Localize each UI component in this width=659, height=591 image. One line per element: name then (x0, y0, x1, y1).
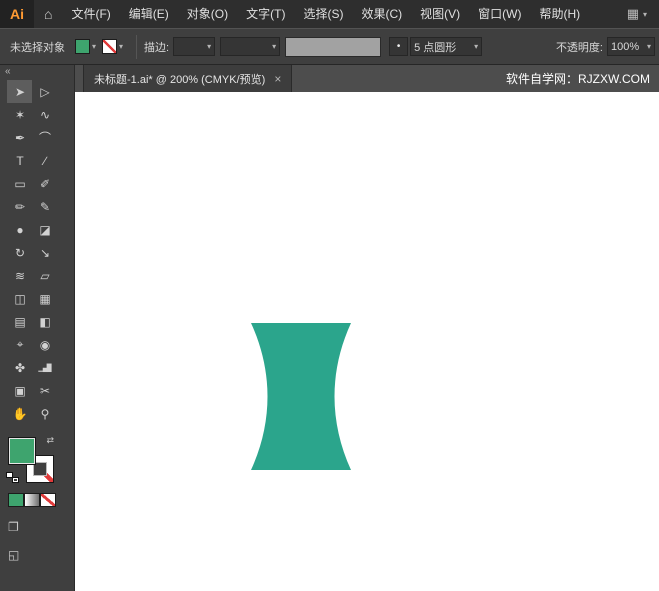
magic-wand-tool[interactable]: ✶ (7, 103, 32, 126)
collapse-panel-button[interactable]: « (0, 65, 74, 80)
menu-file[interactable]: 文件(F) (62, 0, 119, 28)
document-area: 未标题-1.ai* @ 200% (CMYK/预览) × 软件自学网：RJZXW… (75, 65, 659, 591)
close-icon[interactable]: × (274, 72, 281, 86)
concave-rectangle-shape[interactable] (251, 323, 351, 470)
tools-grid: ➤ ▷ ✶ ∿ ✒ ⌒ T ∕ ▭ ✐ ✏ ✎ ● ◪ ↻ ↘ ≋ ▱ ◫ ▦ … (7, 80, 74, 425)
stroke-color-picker[interactable]: ▾ (102, 39, 123, 54)
lasso-tool[interactable]: ∿ (32, 103, 57, 126)
perspective-grid-tool[interactable]: ▦ (32, 287, 57, 310)
selection-tool[interactable]: ➤ (7, 80, 32, 103)
artboard-tool[interactable]: ▣ (7, 379, 32, 402)
default-stroke-mini (12, 477, 19, 483)
chevron-down-icon: ▾ (474, 42, 478, 51)
blob-brush-tool[interactable]: ● (7, 218, 32, 241)
chevron-down-icon: ▾ (207, 42, 211, 51)
workspace-grid-icon: ▦ (627, 6, 639, 22)
artboard-canvas[interactable] (75, 92, 659, 591)
home-icon[interactable]: ⌂ (34, 6, 62, 22)
fill-stroke-widget: ⇄ (8, 437, 54, 483)
opacity-group: 不透明度: 100% ▾ (556, 37, 659, 56)
workspace-switcher[interactable]: ▦ ▾ (627, 6, 659, 22)
width-tool[interactable]: ≋ (7, 264, 32, 287)
mesh-tool[interactable]: ▤ (7, 310, 32, 333)
default-fill-mini (6, 472, 13, 478)
chevron-down-icon: ▾ (92, 42, 96, 51)
fill-color-box[interactable] (8, 437, 36, 465)
paintbrush-tool[interactable]: ✐ (32, 172, 57, 195)
gradient-button[interactable] (24, 493, 40, 507)
stroke-weight-label: 描边: (144, 39, 169, 55)
concave-rectangle-path[interactable] (251, 323, 351, 470)
rectangle-tool[interactable]: ▭ (7, 172, 32, 195)
swap-fill-stroke-icon[interactable]: ⇄ (46, 435, 54, 446)
mode-buttons: ❐ ◱ (8, 519, 74, 563)
app-logo: Ai (0, 0, 34, 28)
chevron-down-icon: ▾ (272, 42, 276, 51)
tools-panel: « ➤ ▷ ✶ ∿ ✒ ⌒ T ∕ ▭ ✐ ✏ ✎ ● ◪ ↻ ↘ ≋ ▱ ◫ … (0, 65, 75, 591)
width-profile-select[interactable]: ▾ (220, 37, 280, 56)
chevron-down-icon: ▾ (119, 42, 123, 51)
menu-select[interactable]: 选择(S) (294, 0, 352, 28)
brush-definition-select[interactable]: 5 点圆形 ▾ (410, 37, 482, 56)
document-tab-title: 未标题-1.ai* @ 200% (CMYK/预览) (94, 71, 265, 87)
selection-status: 未选择对象 (0, 39, 75, 55)
hand-tool[interactable]: ✋ (7, 402, 32, 425)
color-button[interactable] (8, 493, 24, 507)
scale-tool[interactable]: ↘ (32, 241, 57, 264)
type-tool[interactable]: T (7, 149, 32, 172)
document-tab[interactable]: 未标题-1.ai* @ 200% (CMYK/预览) × (83, 65, 292, 92)
main-area: « ➤ ▷ ✶ ∿ ✒ ⌒ T ∕ ▭ ✐ ✏ ✎ ● ◪ ↻ ↘ ≋ ▱ ◫ … (0, 65, 659, 591)
free-transform-tool[interactable]: ▱ (32, 264, 57, 287)
pen-tool[interactable]: ✒ (7, 126, 32, 149)
eyedropper-tool[interactable]: ⌖ (7, 333, 32, 356)
column-graph-tool[interactable]: ▁▄█ (32, 356, 57, 379)
eraser-tool[interactable]: ◪ (32, 218, 57, 241)
stroke-weight-select[interactable]: ▾ (173, 37, 215, 56)
screen-mode-button[interactable]: ◱ (8, 547, 28, 563)
direct-selection-tool[interactable]: ▷ (32, 80, 57, 103)
fill-swatch[interactable] (75, 39, 90, 54)
shaper-tool[interactable]: ✏ (7, 195, 32, 218)
chevron-down-icon: ▾ (647, 42, 651, 51)
style-preview-box[interactable] (285, 37, 381, 57)
rotate-tool[interactable]: ↻ (7, 241, 32, 264)
control-bar: 未选择对象 ▾ ▾ 描边: ▾ ▾ • 5 点圆形 ▾ 不透明度: 100% ▾ (0, 28, 659, 65)
opacity-label: 不透明度: (556, 39, 603, 55)
fill-color-picker[interactable]: ▾ (75, 39, 96, 54)
menu-effect[interactable]: 效果(C) (352, 0, 411, 28)
brush-name: 5 点圆形 (414, 39, 456, 55)
opacity-value: 100% (611, 41, 639, 53)
draw-mode-button[interactable]: ❐ (8, 519, 28, 535)
shape-builder-tool[interactable]: ◫ (7, 287, 32, 310)
menu-type[interactable]: 文字(T) (237, 0, 294, 28)
menu-window[interactable]: 窗口(W) (469, 0, 530, 28)
column-graph-icon: ▁▄█ (38, 364, 50, 372)
menu-edit[interactable]: 编辑(E) (120, 0, 178, 28)
slice-tool[interactable]: ✂ (32, 379, 57, 402)
none-button[interactable] (40, 493, 56, 507)
brush-thumbnail[interactable]: • (389, 37, 408, 56)
separator (136, 35, 137, 59)
menu-view[interactable]: 视图(V) (411, 0, 469, 28)
zoom-tool[interactable]: ⚲ (32, 402, 57, 425)
line-segment-tool[interactable]: ∕ (32, 149, 57, 172)
menu-bar: Ai ⌂ 文件(F) 编辑(E) 对象(O) 文字(T) 选择(S) 效果(C)… (0, 0, 659, 28)
default-colors-icon[interactable] (6, 472, 19, 483)
stroke-swatch-none[interactable] (102, 39, 117, 54)
menu-object[interactable]: 对象(O) (178, 0, 237, 28)
chevron-down-icon: ▾ (643, 10, 647, 19)
gradient-tool[interactable]: ◧ (32, 310, 57, 333)
blend-tool[interactable]: ◉ (32, 333, 57, 356)
curvature-tool[interactable]: ⌒ (32, 126, 57, 149)
document-tab-bar: 未标题-1.ai* @ 200% (CMYK/预览) × 软件自学网：RJZXW… (75, 65, 659, 92)
pencil-tool[interactable]: ✎ (32, 195, 57, 218)
watermark-text: 软件自学网：RJZXW.COM (506, 70, 659, 87)
opacity-select[interactable]: 100% ▾ (607, 37, 655, 56)
paint-mode-row (8, 493, 74, 507)
menu-help[interactable]: 帮助(H) (530, 0, 589, 28)
symbol-sprayer-tool[interactable]: ✤ (7, 356, 32, 379)
